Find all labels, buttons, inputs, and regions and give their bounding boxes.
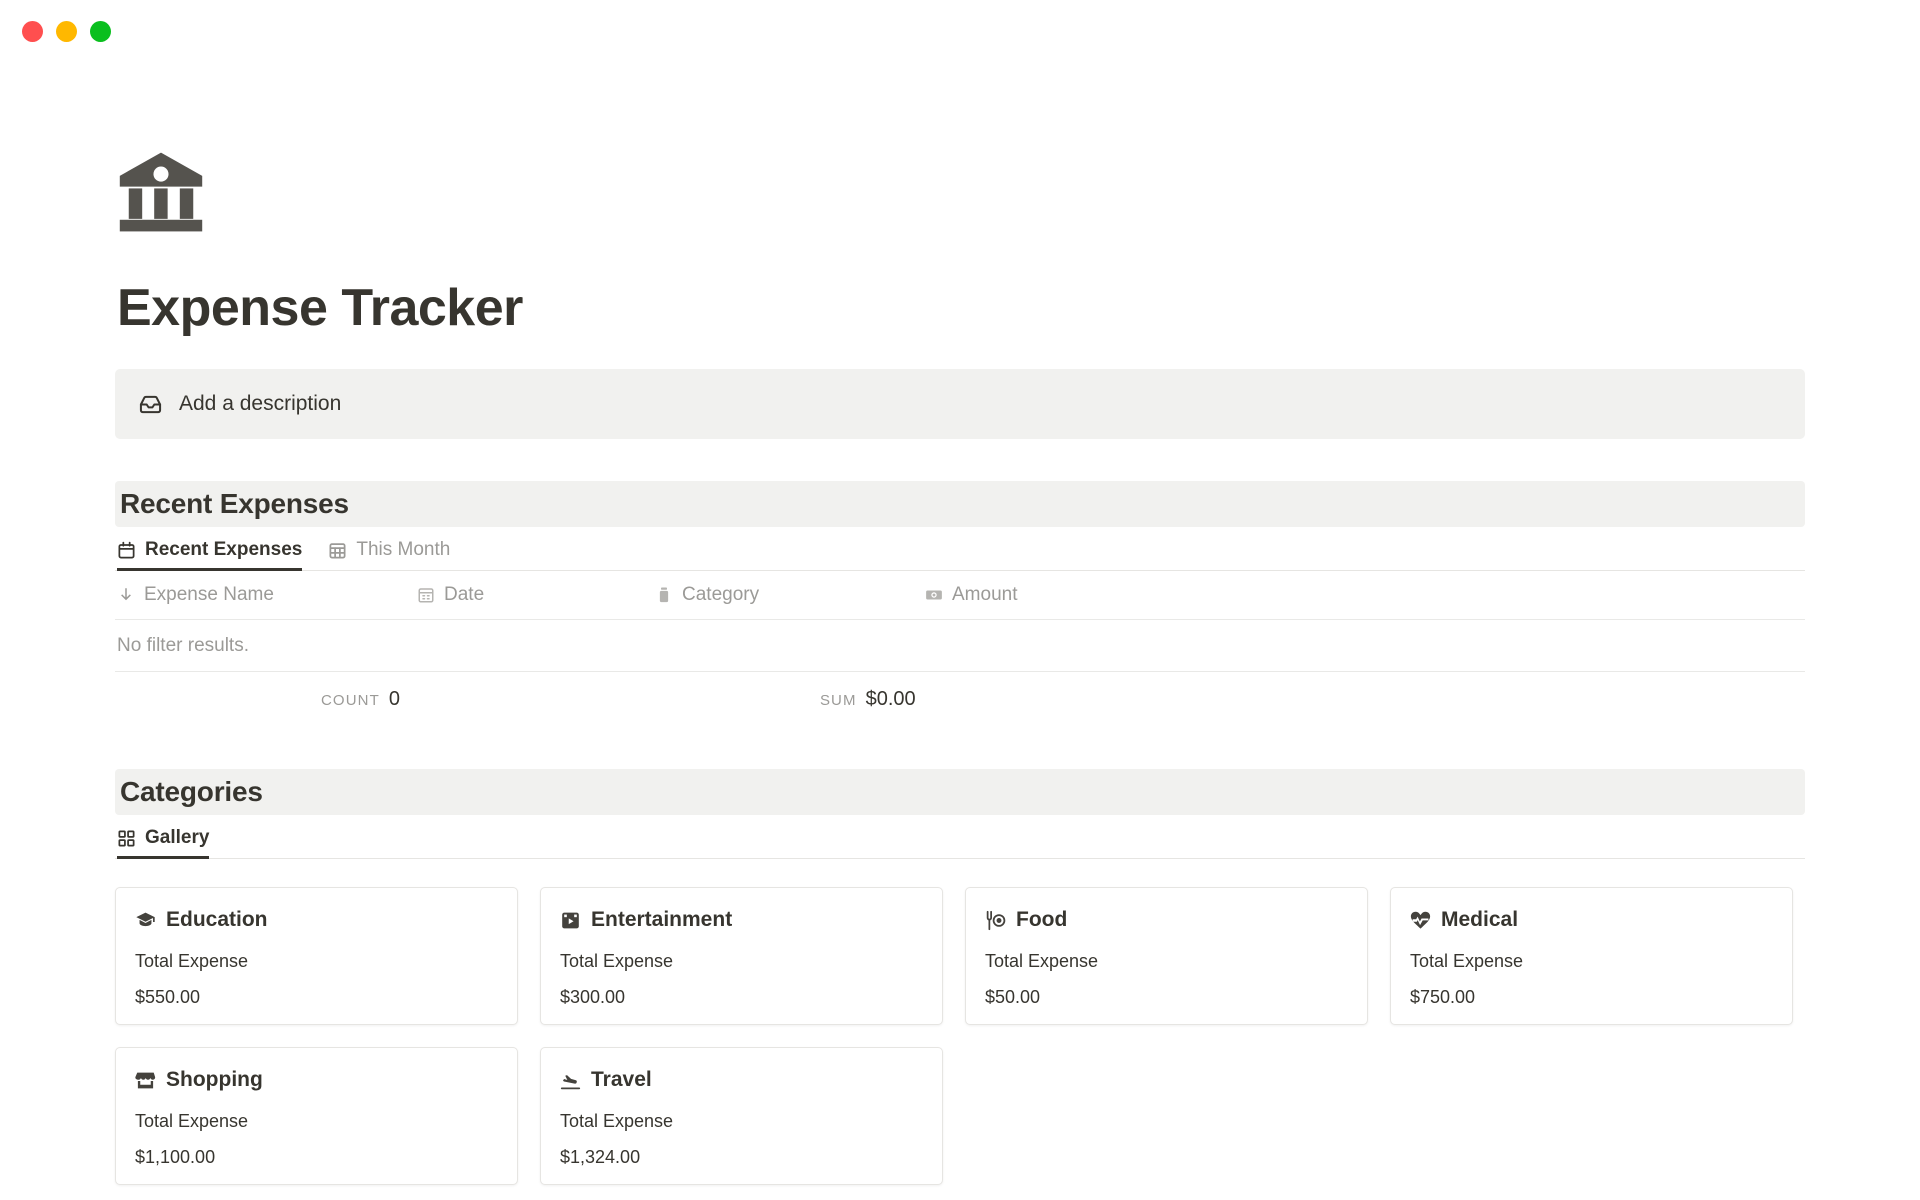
category-card-medical[interactable]: Medical Total Expense $750.00	[1390, 887, 1793, 1026]
category-card-title-label: Entertainment	[591, 908, 733, 932]
graduation-cap-icon	[135, 910, 156, 931]
window-titlebar	[0, 0, 1920, 62]
sort-down-arrow-icon	[117, 586, 135, 604]
tab-gallery[interactable]: Gallery	[117, 827, 210, 860]
category-card-value: $750.00	[1410, 987, 1476, 1008]
category-card-field-label: Total Expense	[135, 1111, 249, 1132]
category-card-title: Education	[135, 908, 498, 932]
gallery-grid-icon	[117, 829, 136, 848]
recent-expenses-view-tabs: Recent Expenses This Month	[115, 527, 1805, 572]
category-card-title-label: Food	[1016, 908, 1068, 932]
category-card-value: $550.00	[135, 987, 201, 1008]
expenses-table-header: Expense Name Date Category Amount	[115, 571, 1805, 621]
category-card-value: $1,324.00	[560, 1147, 641, 1168]
column-category[interactable]: Category	[655, 584, 925, 606]
utensils-plate-icon	[985, 910, 1006, 931]
maximize-window-button[interactable]	[90, 20, 111, 42]
category-card-entertainment[interactable]: Entertainment Total Expense $300.00	[540, 887, 943, 1026]
category-card-field-label: Total Expense	[985, 951, 1099, 972]
bank-icon[interactable]	[118, 152, 204, 232]
column-date[interactable]: Date	[417, 584, 655, 606]
category-card-title-label: Medical	[1441, 908, 1519, 932]
category-card-field-label: Total Expense	[135, 951, 249, 972]
category-card-field-label: Total Expense	[1410, 951, 1524, 972]
category-card-title: Food	[985, 908, 1348, 932]
sum-aggregate-label: SUM	[819, 692, 857, 710]
inbox-tray-icon	[139, 393, 162, 416]
close-window-button[interactable]	[22, 20, 43, 42]
categories-view-tabs: Gallery	[115, 815, 1805, 860]
category-card-title: Entertainment	[560, 908, 923, 932]
category-card-travel[interactable]: Travel Total Expense $1,324.00	[540, 1047, 943, 1186]
category-card-value: $1,100.00	[135, 1147, 216, 1168]
sum-aggregate[interactable]: SUM $0.00	[820, 688, 916, 711]
category-card-title-label: Travel	[591, 1068, 652, 1092]
column-amount-label: Amount	[952, 584, 1018, 606]
calendar-small-icon	[417, 586, 435, 604]
calendar-grid-icon	[328, 541, 347, 560]
category-card-food[interactable]: Food Total Expense $50.00	[965, 887, 1368, 1026]
store-icon	[135, 1070, 156, 1091]
category-card-value: $50.00	[985, 987, 1041, 1008]
column-date-label: Date	[444, 584, 485, 606]
category-card-value: $300.00	[560, 987, 626, 1008]
recent-expenses-heading: Recent Expenses	[115, 481, 1805, 528]
tab-this-month-label: This Month	[356, 539, 451, 561]
add-description-label: Add a description	[179, 392, 342, 416]
page-content: Expense Tracker Add a description Recent…	[115, 152, 1805, 1186]
category-card-field-label: Total Expense	[560, 951, 674, 972]
expenses-summary-row: COUNT 0 SUM $0.00	[115, 672, 1805, 727]
add-description-bar[interactable]: Add a description	[115, 369, 1805, 440]
category-card-title-label: Shopping	[166, 1068, 263, 1092]
count-aggregate[interactable]: COUNT 0	[321, 688, 400, 711]
clapperboard-icon	[560, 910, 581, 931]
column-amount[interactable]: Amount	[925, 584, 1225, 606]
category-card-education[interactable]: Education Total Expense $550.00	[115, 887, 518, 1026]
page-body: Expense Tracker Add a description Recent…	[0, 62, 1920, 1186]
category-card-title: Travel	[560, 1068, 923, 1092]
count-aggregate-value: 0	[388, 688, 400, 711]
category-card-title: Medical	[1410, 908, 1773, 932]
category-card-shopping[interactable]: Shopping Total Expense $1,100.00	[115, 1047, 518, 1186]
heart-pulse-icon	[1410, 910, 1431, 931]
no-results-message: No filter results.	[117, 634, 249, 656]
plane-takeoff-icon	[560, 1070, 581, 1091]
page-title: Expense Tracker	[117, 279, 523, 337]
category-card-field-label: Total Expense	[560, 1111, 674, 1132]
categories-gallery: Education Total Expense $550.00 Entertai…	[115, 887, 1805, 1186]
column-category-label: Category	[682, 584, 760, 606]
app-window: Expense Tracker Add a description Recent…	[0, 0, 1920, 1200]
tab-recent-expenses-label: Recent Expenses	[145, 539, 303, 561]
sum-aggregate-value: $0.00	[865, 688, 916, 711]
category-card-title-label: Education	[166, 908, 268, 932]
tab-gallery-label: Gallery	[145, 827, 210, 849]
minimize-window-button[interactable]	[56, 20, 77, 42]
category-tag-icon	[655, 586, 673, 604]
no-results-row: No filter results.	[115, 620, 1805, 673]
column-expense-name-label: Expense Name	[144, 584, 274, 606]
tab-recent-expenses[interactable]: Recent Expenses	[117, 539, 303, 572]
count-aggregate-label: COUNT	[321, 692, 380, 710]
category-card-title: Shopping	[135, 1068, 498, 1092]
calendar-icon	[117, 541, 136, 560]
categories-heading: Categories	[115, 769, 1805, 816]
tab-this-month[interactable]: This Month	[328, 539, 450, 570]
column-expense-name[interactable]: Expense Name	[117, 584, 417, 606]
banknote-icon	[925, 586, 943, 604]
